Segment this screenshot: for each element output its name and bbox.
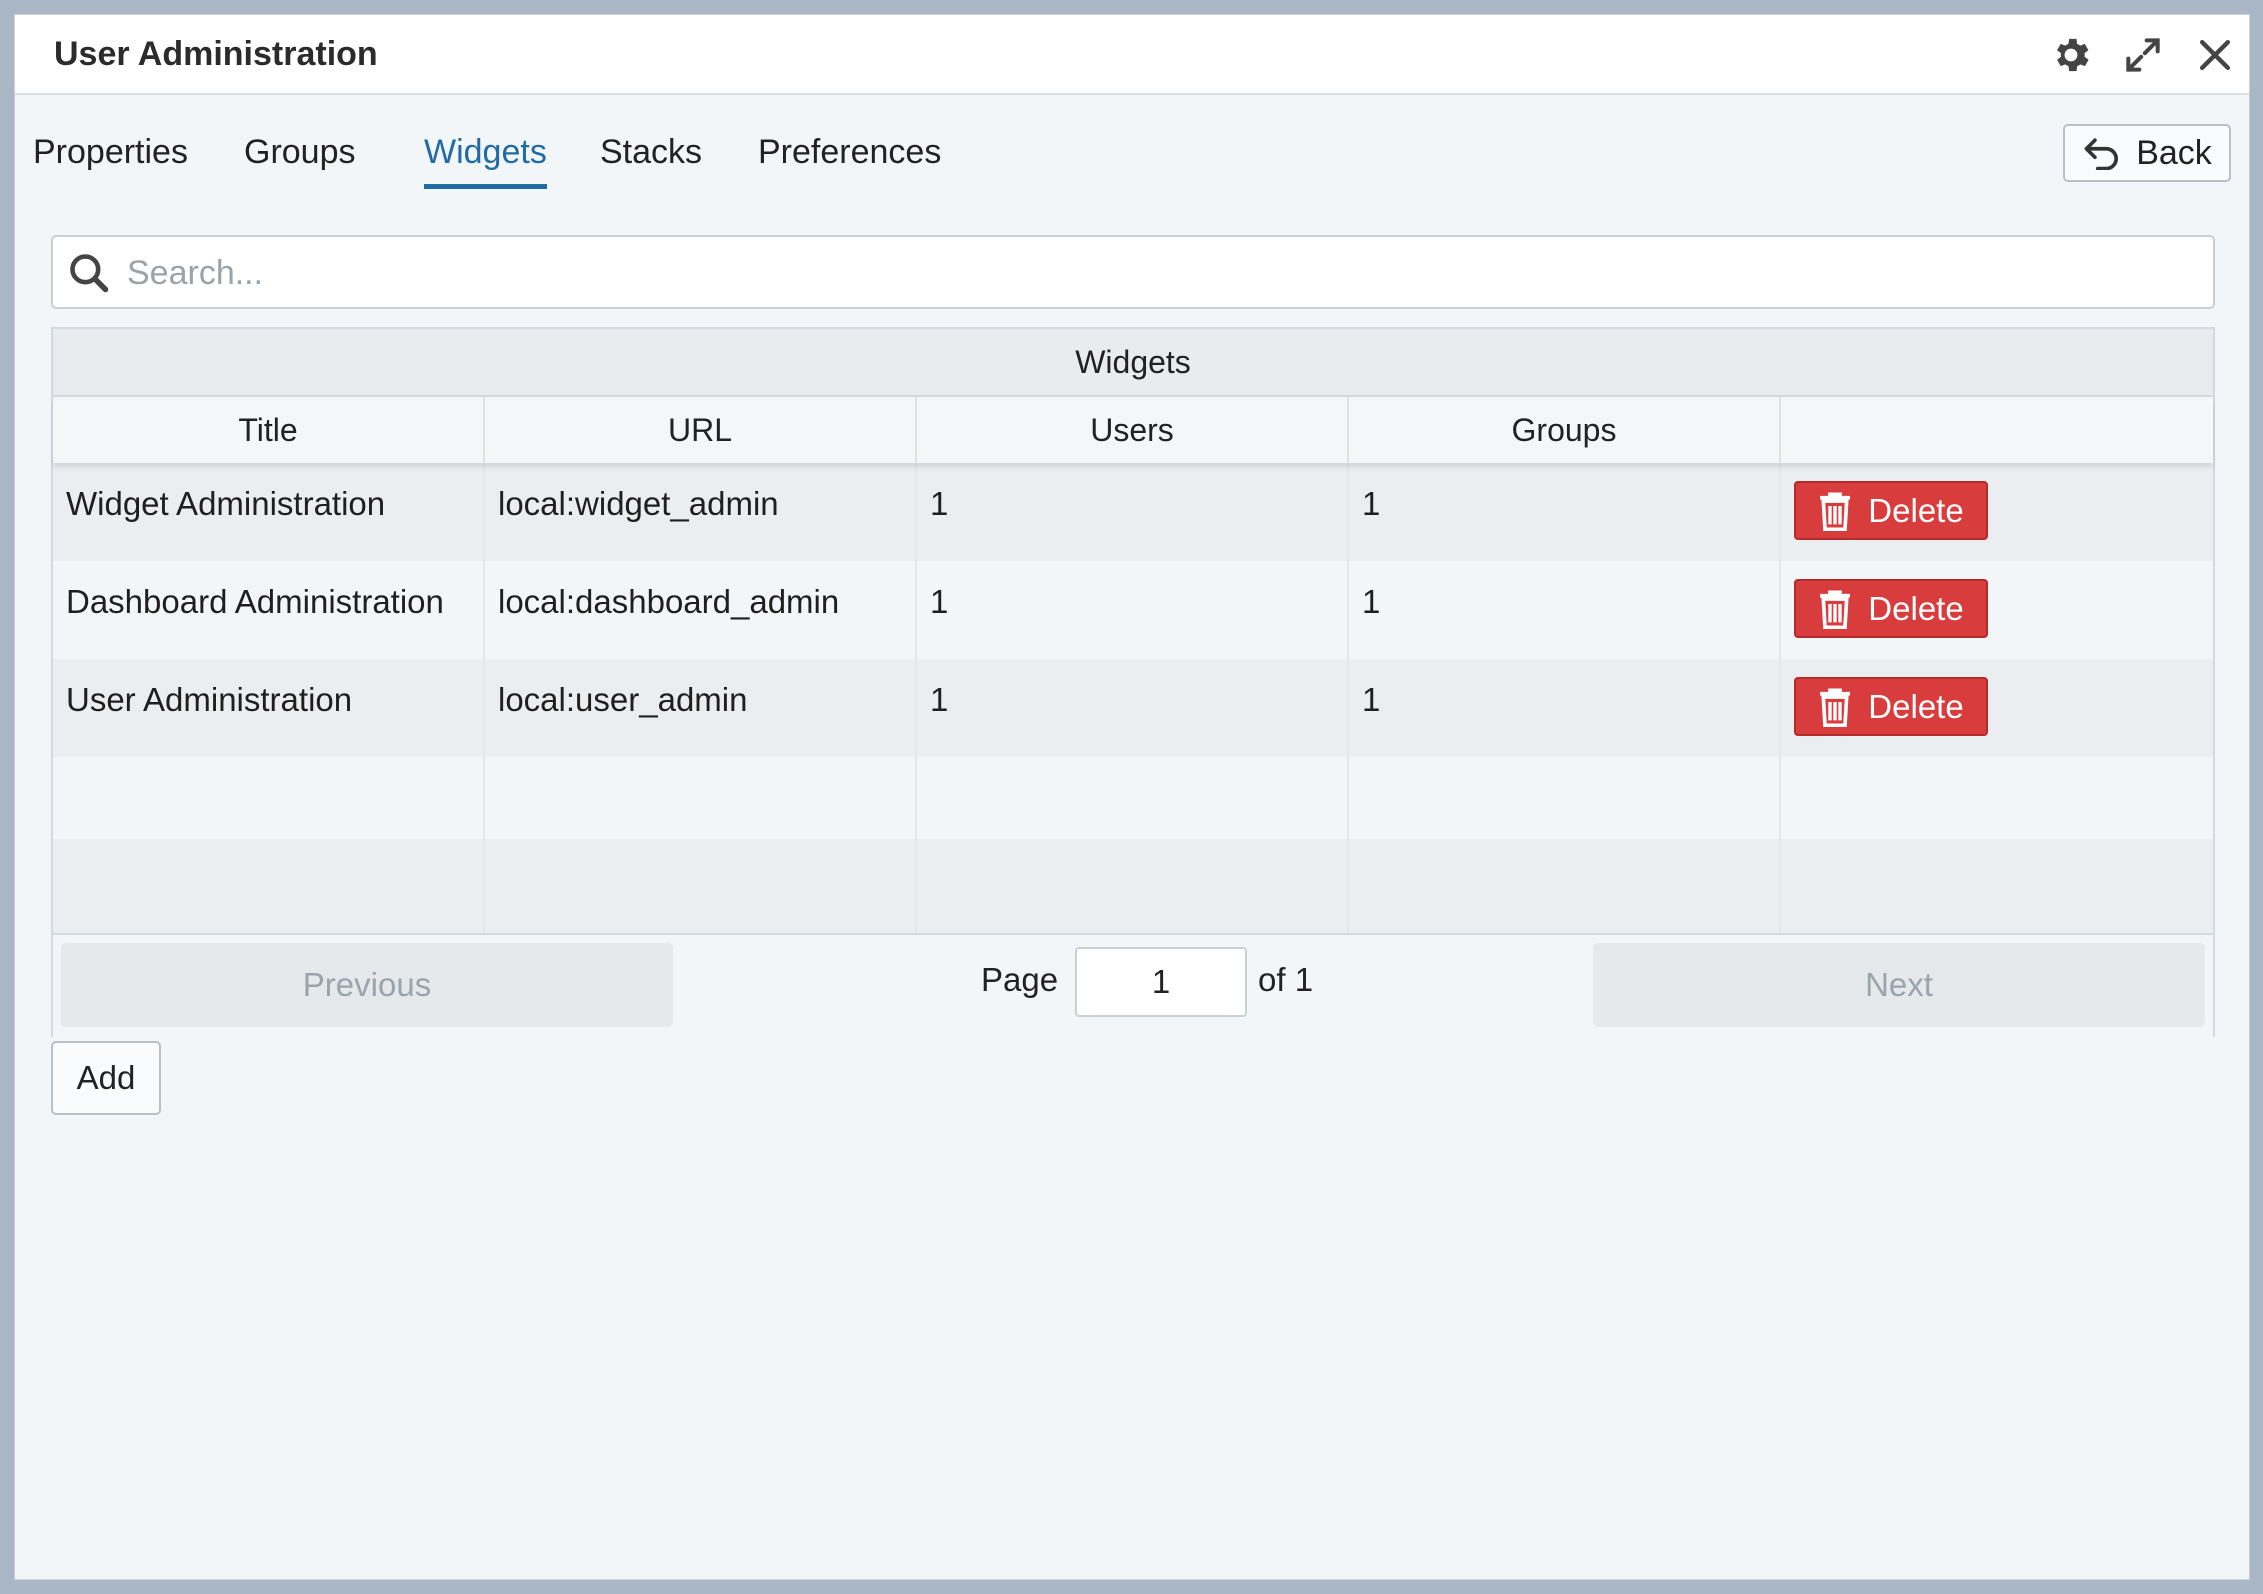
empty-cell — [1349, 757, 1781, 839]
cell-actions: Delete — [1781, 561, 2213, 659]
cell-url: local:dashboard_admin — [485, 561, 917, 659]
empty-cell — [53, 839, 485, 933]
gear-icon[interactable] — [2049, 33, 2093, 77]
page-count-label: of 1 — [1258, 961, 1314, 998]
empty-cell — [1781, 839, 2213, 933]
empty-row — [53, 757, 2213, 839]
previous-button[interactable]: Previous — [61, 943, 673, 1027]
delete-label: Delete — [1868, 687, 1964, 725]
pagination-bar: Previous Page of 1 Next — [53, 933, 2213, 1037]
tab-properties[interactable]: Properties — [33, 133, 188, 184]
search-box — [51, 235, 2215, 309]
window-title: User Administration — [54, 35, 378, 73]
trash-icon — [1820, 492, 1851, 531]
cell-users: 1 — [917, 561, 1349, 659]
cell-url: local:widget_admin — [485, 463, 917, 561]
cell-actions: Delete — [1781, 463, 2213, 561]
empty-cell — [917, 757, 1349, 839]
page-number-input[interactable] — [1075, 947, 1247, 1017]
column-header-actions — [1781, 397, 2213, 463]
widgets-table: Widgets Title URL Users Groups Widget Ad… — [51, 327, 2215, 1037]
empty-cell — [485, 757, 917, 839]
back-button-label: Back — [2136, 133, 2212, 172]
cell-title: Widget Administration — [53, 463, 485, 561]
cell-users: 1 — [917, 463, 1349, 561]
column-header-url[interactable]: URL — [485, 397, 917, 463]
delete-label: Delete — [1868, 491, 1964, 529]
table-header: Title URL Users Groups — [53, 397, 2213, 463]
column-header-groups[interactable]: Groups — [1349, 397, 1781, 463]
delete-button[interactable]: Delete — [1794, 677, 1988, 736]
column-header-title[interactable]: Title — [53, 397, 485, 463]
cell-title: Dashboard Administration — [53, 561, 485, 659]
delete-button[interactable]: Delete — [1794, 579, 1988, 638]
tab-preferences[interactable]: Preferences — [758, 133, 941, 184]
empty-cell — [1349, 839, 1781, 933]
empty-cell — [917, 839, 1349, 933]
tab-stacks[interactable]: Stacks — [600, 133, 702, 184]
search-icon — [70, 254, 109, 293]
cell-users: 1 — [917, 659, 1349, 757]
table-row[interactable]: User Administration local:user_admin 1 1… — [53, 659, 2213, 757]
empty-cell — [53, 757, 485, 839]
page-label: Page — [981, 961, 1059, 998]
trash-icon — [1820, 688, 1851, 727]
empty-row — [53, 839, 2213, 933]
tab-groups[interactable]: Groups — [244, 133, 356, 184]
close-icon[interactable] — [2193, 33, 2237, 77]
search-input[interactable] — [125, 245, 2189, 301]
delete-button[interactable]: Delete — [1794, 481, 1988, 540]
table-row[interactable]: Widget Administration local:widget_admin… — [53, 463, 2213, 561]
undo-arrow-icon — [2084, 138, 2119, 170]
delete-label: Delete — [1868, 589, 1964, 627]
cell-actions: Delete — [1781, 659, 2213, 757]
user-administration-window: User Administration Properties Groups Wi… — [14, 14, 2250, 1580]
table-row[interactable]: Dashboard Administration local:dashboard… — [53, 561, 2213, 659]
column-header-users[interactable]: Users — [917, 397, 1349, 463]
cell-groups: 1 — [1349, 561, 1781, 659]
empty-cell — [1781, 757, 2213, 839]
title-bar: User Administration — [15, 15, 2249, 95]
next-button[interactable]: Next — [1593, 943, 2205, 1027]
cell-groups: 1 — [1349, 463, 1781, 561]
empty-cell — [485, 839, 917, 933]
cell-groups: 1 — [1349, 659, 1781, 757]
table-caption: Widgets — [53, 329, 2213, 397]
trash-icon — [1820, 590, 1851, 629]
expand-icon[interactable] — [2121, 33, 2165, 77]
back-button[interactable]: Back — [2063, 124, 2231, 182]
add-button[interactable]: Add — [51, 1041, 161, 1115]
cell-url: local:user_admin — [485, 659, 917, 757]
tab-widgets[interactable]: Widgets — [424, 133, 547, 189]
cell-title: User Administration — [53, 659, 485, 757]
